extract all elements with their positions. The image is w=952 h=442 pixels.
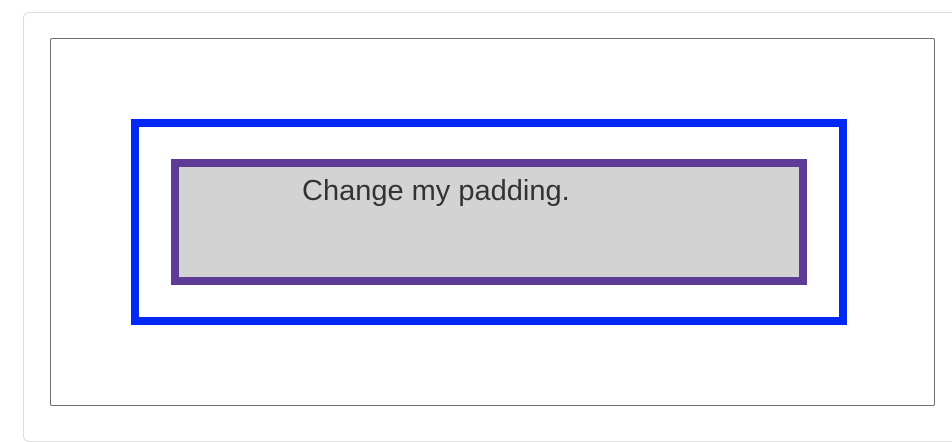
demo-text: Change my padding. bbox=[302, 175, 570, 207]
